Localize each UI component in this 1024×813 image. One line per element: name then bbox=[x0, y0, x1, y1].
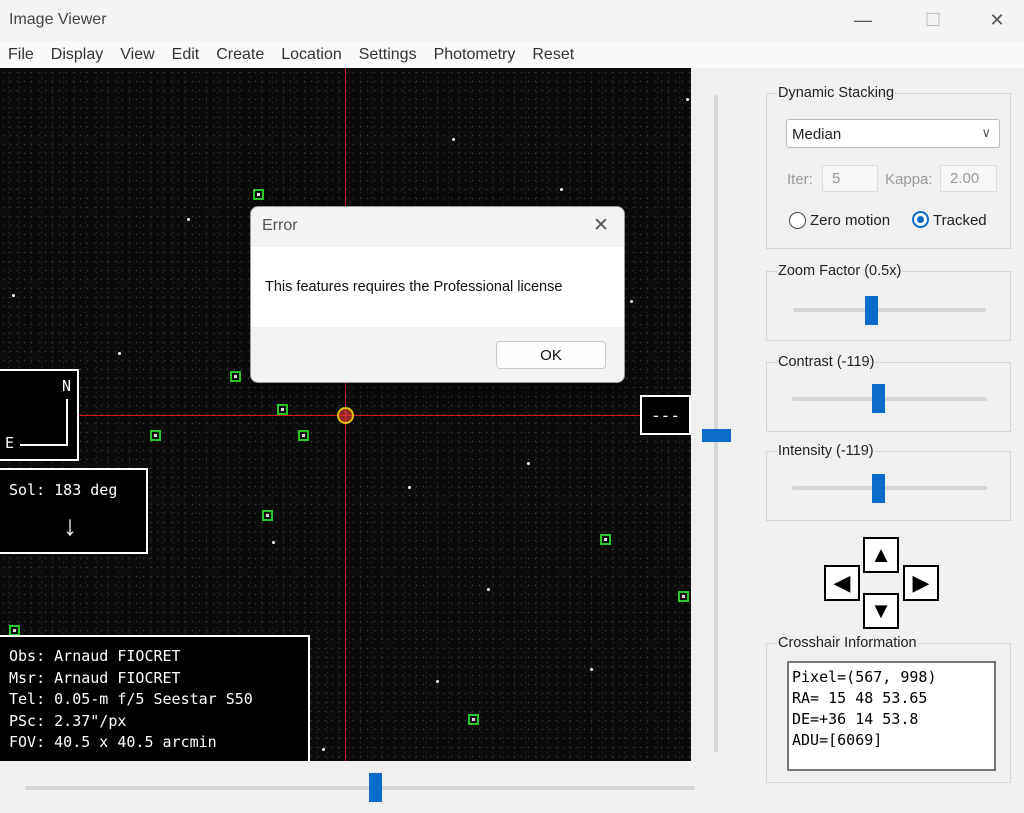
iter-field[interactable]: 5 bbox=[822, 165, 878, 192]
crosshair-info-textbox[interactable]: Pixel=(567, 998) RA= 15 48 53.65 DE=+36 … bbox=[787, 661, 996, 771]
window-title: Image Viewer bbox=[9, 11, 107, 28]
vertical-slider-track[interactable] bbox=[714, 95, 718, 752]
star bbox=[686, 98, 689, 101]
zoom-title: Zoom Factor (0.5x) bbox=[777, 263, 903, 279]
compass-east-label: E bbox=[5, 434, 15, 452]
star bbox=[590, 668, 593, 671]
info-measurer: Msr: Arnaud FIOCRET bbox=[9, 668, 181, 687]
sun-direction-arrow-icon: ↓ bbox=[63, 510, 77, 541]
crosshair-de: DE=+36 14 53.8 bbox=[792, 710, 919, 728]
pan-right-button[interactable]: ▶ bbox=[903, 565, 939, 601]
star bbox=[408, 486, 411, 489]
star bbox=[322, 748, 325, 751]
star bbox=[560, 188, 563, 191]
menu-view[interactable]: View bbox=[112, 46, 163, 64]
pan-up-button[interactable]: ▲ bbox=[863, 537, 899, 573]
crosshair-target-icon bbox=[337, 407, 354, 424]
stacking-method-select[interactable]: Median ∨ bbox=[786, 119, 1000, 148]
sun-angle-overlay: Sol: 183 deg ↓ bbox=[0, 468, 148, 554]
dynamic-stacking-title: Dynamic Stacking bbox=[777, 85, 896, 101]
star bbox=[272, 541, 275, 544]
star bbox=[118, 352, 121, 355]
detection-marker bbox=[298, 430, 309, 441]
detection-marker bbox=[468, 714, 479, 725]
info-fov: FOV: 40.5 x 40.5 arcmin bbox=[9, 733, 217, 751]
value-readout: --- bbox=[640, 395, 691, 435]
info-pixel-scale: PSc: 2.37"/px bbox=[9, 711, 127, 730]
kappa-field[interactable]: 2.00 bbox=[940, 165, 997, 192]
tracked-label[interactable]: Tracked bbox=[933, 212, 987, 229]
crosshair-info-title: Crosshair Information bbox=[777, 635, 918, 651]
kappa-label: Kappa: bbox=[885, 171, 933, 188]
compass-overlay: N E bbox=[0, 369, 79, 461]
contrast-slider-track[interactable] bbox=[792, 397, 987, 401]
tracked-radio[interactable] bbox=[912, 211, 929, 228]
contrast-slider-thumb[interactable] bbox=[872, 384, 885, 413]
error-dialog: Error ✕ This features requires the Profe… bbox=[250, 206, 625, 383]
zoom-slider-thumb[interactable] bbox=[865, 296, 878, 325]
dialog-body: This features requires the Professional … bbox=[251, 247, 624, 327]
dialog-close-icon[interactable]: ✕ bbox=[593, 214, 609, 237]
pan-down-button[interactable]: ▼ bbox=[863, 593, 899, 629]
star bbox=[452, 138, 455, 141]
minimize-icon[interactable]: — bbox=[831, 0, 895, 41]
close-icon[interactable]: ✕ bbox=[965, 0, 1024, 41]
contrast-title: Contrast (-119) bbox=[777, 354, 876, 370]
compass-east-line bbox=[20, 444, 68, 446]
ok-button[interactable]: OK bbox=[496, 341, 606, 369]
detection-marker bbox=[150, 430, 161, 441]
intensity-slider-track[interactable] bbox=[792, 486, 987, 490]
info-telescope: Tel: 0.05-m f/5 Seestar S50 bbox=[9, 690, 253, 708]
sun-angle-label: Sol: 183 deg bbox=[9, 481, 118, 499]
dialog-title: Error bbox=[262, 217, 298, 234]
menu-bar: File Display View Edit Create Location S… bbox=[0, 41, 1024, 68]
zoom-slider-track[interactable] bbox=[793, 308, 986, 312]
detection-marker bbox=[678, 591, 689, 602]
star bbox=[527, 462, 530, 465]
detection-marker bbox=[262, 510, 273, 521]
compass-north-label: N bbox=[62, 377, 72, 395]
image-canvas[interactable]: N E Sol: 183 deg ↓ --- Obs: Arnaud FIOCR… bbox=[0, 68, 691, 761]
detection-marker bbox=[277, 404, 288, 415]
zero-motion-radio[interactable] bbox=[789, 212, 806, 229]
observation-info-overlay: Obs: Arnaud FIOCRET Msr: Arnaud FIOCRET … bbox=[0, 635, 310, 761]
info-observer: Obs: Arnaud FIOCRET bbox=[9, 647, 181, 665]
menu-reset[interactable]: Reset bbox=[524, 46, 583, 64]
star bbox=[436, 680, 439, 683]
crosshair-ra: RA= 15 48 53.65 bbox=[792, 689, 928, 707]
menu-file[interactable]: File bbox=[0, 46, 43, 64]
compass-north-line bbox=[66, 399, 68, 445]
detection-marker bbox=[600, 534, 611, 545]
star bbox=[12, 294, 15, 297]
maximize-icon[interactable]: ☐ bbox=[901, 0, 965, 41]
intensity-title: Intensity (-119) bbox=[777, 443, 875, 459]
star bbox=[187, 218, 190, 221]
menu-location[interactable]: Location bbox=[273, 46, 351, 64]
menu-display[interactable]: Display bbox=[43, 46, 112, 64]
menu-photometry[interactable]: Photometry bbox=[426, 46, 525, 64]
star bbox=[630, 300, 633, 303]
menu-edit[interactable]: Edit bbox=[164, 46, 209, 64]
detection-marker bbox=[230, 371, 241, 382]
vertical-slider-thumb[interactable] bbox=[702, 429, 731, 442]
intensity-slider-thumb[interactable] bbox=[872, 474, 885, 503]
crosshair-pixel: Pixel=(567, 998) bbox=[792, 668, 937, 686]
zero-motion-label[interactable]: Zero motion bbox=[810, 212, 890, 229]
star bbox=[487, 588, 490, 591]
dialog-message: This features requires the Professional … bbox=[265, 279, 563, 295]
iter-label: Iter: bbox=[787, 171, 813, 188]
menu-settings[interactable]: Settings bbox=[351, 46, 426, 64]
horizontal-slider-track[interactable] bbox=[25, 786, 695, 790]
pan-left-button[interactable]: ◀ bbox=[824, 565, 860, 601]
crosshair-adu: ADU=[6069] bbox=[792, 731, 883, 749]
horizontal-slider-thumb[interactable] bbox=[369, 773, 382, 802]
title-bar: Image Viewer — ☐ ✕ bbox=[0, 0, 1024, 41]
zoom-group: Zoom Factor (0.5x) bbox=[766, 263, 1011, 341]
chevron-down-icon: ∨ bbox=[981, 125, 991, 140]
detection-marker bbox=[253, 189, 264, 200]
stacking-method-value: Median bbox=[792, 126, 842, 143]
menu-create[interactable]: Create bbox=[208, 46, 273, 64]
